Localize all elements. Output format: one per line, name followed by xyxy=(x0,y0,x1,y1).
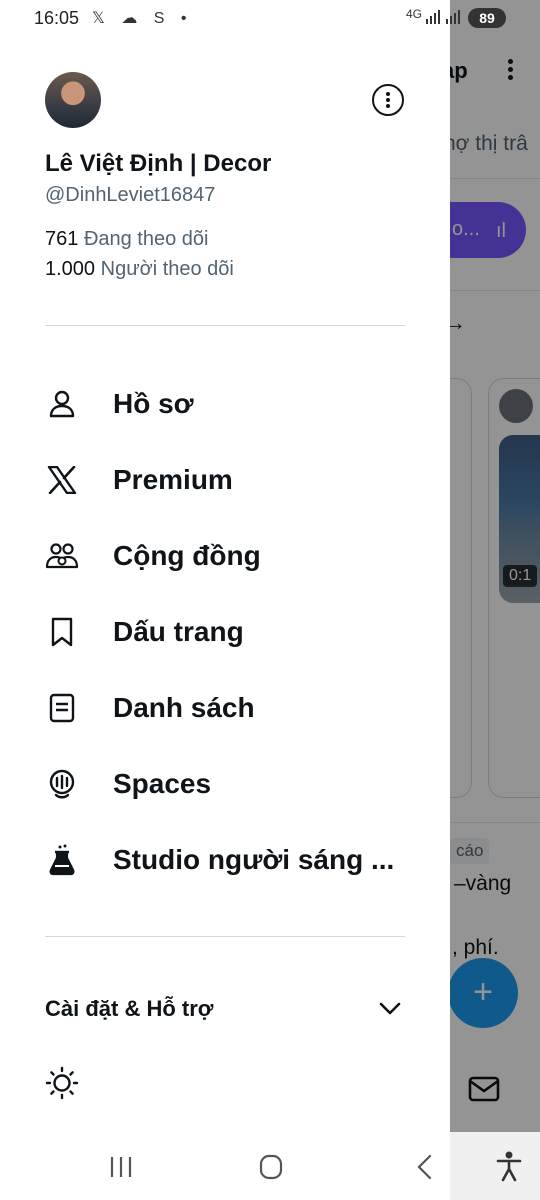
menu-item-label: Spaces xyxy=(113,768,212,799)
accessibility-icon[interactable] xyxy=(494,1150,524,1182)
menu-item-label: Hồ sơ xyxy=(113,388,194,419)
recent-apps-icon[interactable] xyxy=(106,1154,136,1180)
menu-item-label: Studio người sáng ... xyxy=(113,844,395,875)
followers-link[interactable]: 1.000 Người theo dõi xyxy=(45,258,234,281)
menu-item-spaces[interactable]: Spaces xyxy=(45,756,405,812)
spaces-icon xyxy=(45,767,79,801)
status-bar: 16:05 𝕏 ☁ S • xyxy=(0,0,540,36)
divider xyxy=(45,325,405,326)
following-label: Đang theo dõi xyxy=(83,228,209,250)
avatar[interactable] xyxy=(45,72,101,128)
bookmark-icon xyxy=(45,615,79,649)
x-logo-icon xyxy=(45,463,79,497)
profile-handle: @DinhLeviet16847 xyxy=(45,184,216,206)
menu-item-profile[interactable]: Hồ sơ xyxy=(45,376,405,432)
following-count: 761 xyxy=(45,228,79,250)
menu-item-label: Premium xyxy=(113,464,233,495)
navigation-drawer: 16:05 𝕏 ☁ S • Lê Việt Định | Decor @Dinh… xyxy=(0,0,450,1132)
menu-item-lists[interactable]: Danh sách xyxy=(45,680,405,736)
drawer-scrim[interactable] xyxy=(450,0,540,1132)
lists-icon xyxy=(45,691,79,725)
settings-support-label: Cài đặt & Hỗ trợ xyxy=(45,996,214,1021)
followers-count: 1.000 xyxy=(45,258,96,280)
status-time: 16:05 xyxy=(34,8,80,28)
menu-item-label: Danh sách xyxy=(113,692,255,723)
chevron-down-icon xyxy=(379,1002,401,1015)
account-options-button[interactable] xyxy=(372,84,404,116)
home-icon[interactable] xyxy=(256,1154,286,1180)
notification-icons: 𝕏 ☁ S • xyxy=(92,10,193,27)
profile-icon xyxy=(45,387,79,421)
following-link[interactable]: 761 Đang theo dõi xyxy=(45,228,208,251)
divider xyxy=(45,936,405,937)
menu-item-creator-studio[interactable]: Studio người sáng ... xyxy=(45,832,405,888)
display-theme-icon[interactable] xyxy=(45,1066,79,1100)
menu-item-communities[interactable]: Cộng đồng xyxy=(45,528,405,584)
followers-label: Người theo dõi xyxy=(100,258,234,280)
profile-name[interactable]: Lê Việt Định | Decor xyxy=(45,150,271,178)
menu-item-bookmarks[interactable]: Dấu trang xyxy=(45,604,405,660)
menu-item-premium[interactable]: Premium xyxy=(45,452,405,508)
menu-item-label: Cộng đồng xyxy=(113,540,261,571)
menu-item-label: Dấu trang xyxy=(113,616,244,647)
creator-studio-icon xyxy=(45,843,79,877)
communities-icon xyxy=(45,539,79,573)
settings-support-toggle[interactable]: Cài đặt & Hỗ trợ xyxy=(45,996,405,1032)
system-navigation-bar xyxy=(0,1132,540,1200)
back-icon[interactable] xyxy=(410,1154,440,1180)
